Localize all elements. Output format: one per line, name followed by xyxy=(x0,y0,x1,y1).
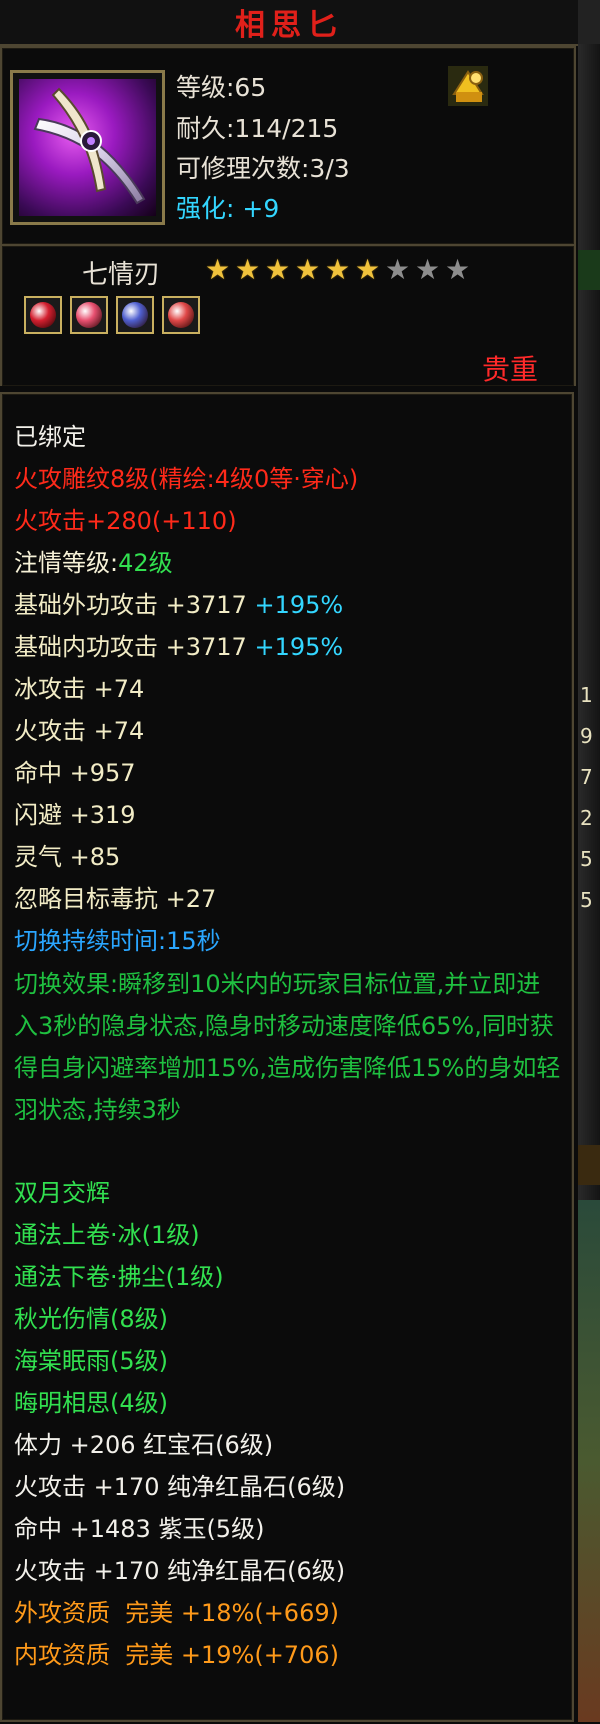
item-icon-frame[interactable] xyxy=(10,70,165,225)
skill-4: 海棠眠雨(5级) xyxy=(14,1347,168,1375)
item-repair-count: 可修理次数:3/3 xyxy=(176,154,350,183)
skill-5: 晦明相思(4级) xyxy=(14,1389,168,1417)
switch-effect: 切换效果:瞬移到10米内的玩家目标位置,并立即进入3秒的隐身状态,隐身时移动速度… xyxy=(14,970,561,1124)
ignore-poison-stat: 忽略目标毒抗 +27 xyxy=(14,885,217,913)
gem-socket-row xyxy=(24,296,200,334)
edge-fragment-text: 9 xyxy=(580,724,593,748)
edge-fragment-text: 5 xyxy=(580,888,593,912)
gem-stat-3: 命中 +1483 紫玉(5级) xyxy=(14,1515,265,1543)
gem-icon xyxy=(122,302,148,328)
aptitude-outer: 外攻资质 完美 +18%(+669) xyxy=(14,1599,339,1627)
edge-fragment-text: 7 xyxy=(580,765,593,789)
item-name: 七情刃 xyxy=(82,260,161,290)
gem-socket-icon[interactable] xyxy=(116,296,154,334)
switch-duration: 切换持续时间:15秒 xyxy=(14,927,221,955)
base-inner-pct: +195% xyxy=(254,633,344,661)
base-inner-value: 基础内功攻击 +3717 xyxy=(14,633,247,661)
zhuqing-label: 注情等级: xyxy=(14,549,119,577)
gem-icon xyxy=(30,302,56,328)
base-outer-value: 基础外功攻击 +3717 xyxy=(14,591,247,619)
edge-block-brown xyxy=(578,1145,600,1185)
tooltip-title-bar: 相思匕 xyxy=(0,0,578,46)
set-name: 双月交辉 xyxy=(14,1179,110,1207)
edge-block-green xyxy=(578,250,600,290)
edge-fragment-text: 2 xyxy=(580,806,593,830)
edge-block-top xyxy=(578,0,600,44)
spirit-stat: 灵气 +85 xyxy=(14,843,121,871)
hit-stat: 命中 +957 xyxy=(14,759,136,787)
skill-1: 通法上卷·冰(1级) xyxy=(14,1221,200,1249)
aptitude-inner: 内攻资质 完美 +19%(+706) xyxy=(14,1641,339,1669)
star-filled-icon: ★ xyxy=(354,253,381,286)
base-outer-pct: +195% xyxy=(254,591,344,619)
enhance-value: +9 xyxy=(242,194,280,223)
star-filled-icon: ★ xyxy=(234,253,261,286)
edge-scenery xyxy=(578,1200,600,1722)
item-title: 相思匕 xyxy=(235,8,343,43)
item-durability: 耐久:114/215 xyxy=(176,114,339,143)
gem-stat-2: 火攻击 +170 纯净红晶石(6级) xyxy=(14,1473,346,1501)
engrave-line: 火攻雕纹8级(精绘:4级0等·穿心) xyxy=(14,465,359,493)
gem-icon xyxy=(76,302,102,328)
skill-2: 通法下卷·拂尘(1级) xyxy=(14,1263,224,1291)
star-empty-icon: ★ xyxy=(444,253,471,286)
fire-attack: 火攻击 +74 xyxy=(14,717,145,745)
zhuqing-value: 42级 xyxy=(118,549,173,577)
gem-socket-icon[interactable] xyxy=(24,296,62,334)
gem-socket-icon[interactable] xyxy=(70,296,108,334)
gem-socket-icon[interactable] xyxy=(162,296,200,334)
item-level: 等级:65 xyxy=(176,73,267,102)
base-outer-attack: 基础外功攻击 +3717 +195% xyxy=(14,588,343,622)
star-rating: ★ ★ ★ ★ ★ ★ ★ ★ ★ xyxy=(203,256,472,284)
star-empty-icon: ★ xyxy=(384,253,411,286)
enhance-label: 强化: xyxy=(176,194,235,223)
fire-attack-value: 火攻击+280 xyxy=(14,507,152,535)
bound-status: 已绑定 xyxy=(14,423,86,451)
star-empty-icon: ★ xyxy=(414,253,441,286)
gem-icon xyxy=(168,302,194,328)
dodge-stat: 闪避 +319 xyxy=(14,801,136,829)
fire-attack-main: 火攻击+280(+110) xyxy=(14,504,237,538)
star-filled-icon: ★ xyxy=(204,253,231,286)
star-filled-icon: ★ xyxy=(294,253,321,286)
edge-fragment-text: 5 xyxy=(580,847,593,871)
background-game-ui-edge: 197255驰 xyxy=(578,0,600,1722)
star-filled-icon: ★ xyxy=(324,253,351,286)
star-filled-icon: ★ xyxy=(264,253,291,286)
gem-stat-4: 火攻击 +170 纯净红晶石(6级) xyxy=(14,1557,346,1585)
dagger-icon xyxy=(19,79,156,216)
base-inner-attack: 基础内功攻击 +3717 +195% xyxy=(14,630,343,664)
fire-attack-extra: (+110) xyxy=(151,507,237,535)
item-tooltip: 相思匕 等级:65 耐久:114/215 可修理次数:3/3 强化: +9 七情… xyxy=(0,0,578,1722)
lock-gold-icon[interactable] xyxy=(446,64,490,108)
edge-fragments: 197255驰 xyxy=(580,675,600,1182)
skill-3: 秋光伤情(8级) xyxy=(14,1305,168,1333)
ice-attack: 冰攻击 +74 xyxy=(14,675,145,703)
rarity-label: 贵重 xyxy=(481,353,538,386)
gem-stat-1: 体力 +206 红宝石(6级) xyxy=(14,1431,274,1459)
zhuqing-level: 注情等级:42级 xyxy=(14,546,173,580)
item-enhance: 强化: +9 xyxy=(176,189,279,225)
edge-fragment-text: 1 xyxy=(580,683,593,707)
